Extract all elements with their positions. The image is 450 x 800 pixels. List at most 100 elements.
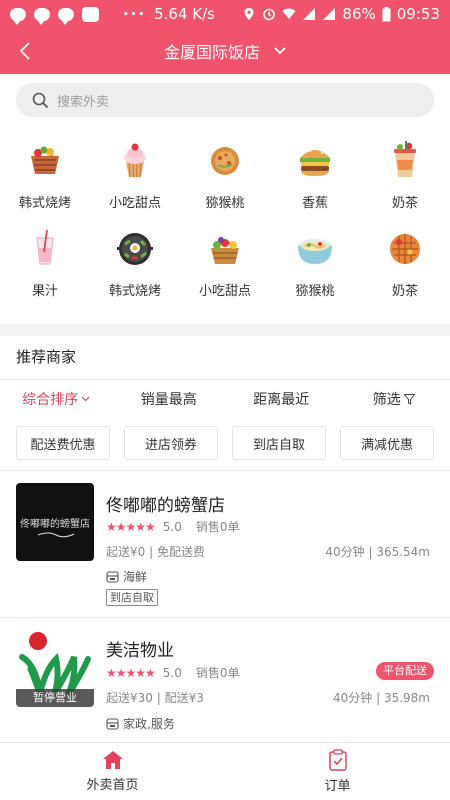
filter-chip-delivery-discount[interactable]: 配送费优惠 (16, 426, 110, 460)
category-label: 小吃甜点 (108, 196, 161, 211)
category-item[interactable]: 果汁 (0, 226, 90, 306)
status-bar: ··· 5.64 K/s 86% 09:53 (0, 0, 450, 28)
shop-icon (106, 570, 119, 583)
chevron-down-icon (274, 47, 286, 55)
pickup-tag: 到店自取 (106, 589, 158, 606)
category-item[interactable]: 猕猴桃 (270, 226, 360, 306)
filter-chip-pickup[interactable]: 到店自取 (232, 426, 326, 460)
rating-score: 5.0 (162, 519, 182, 534)
category-label: 韩式烧烤 (18, 196, 71, 211)
store-thumbnail: 暂停营业 (16, 629, 94, 707)
back-button[interactable] (10, 36, 40, 66)
tab-label: 外卖首页 (86, 778, 139, 793)
drink-cup-icon (383, 138, 427, 182)
location-selector[interactable]: 金厦国际饭店 (164, 39, 286, 63)
message-notification-icon (34, 7, 50, 25)
delivery-distance: 40分钟 | 365.54m (325, 545, 430, 559)
search-section: 搜索外卖 (0, 74, 450, 126)
home-icon (102, 751, 123, 769)
tab-label: 订单 (324, 779, 351, 794)
tab-orders[interactable]: 订单 (225, 743, 450, 800)
section-separator (0, 324, 450, 336)
bottom-tab-bar: 外卖首页 订单 (0, 742, 450, 800)
closed-status-label: 暂停营业 (16, 689, 94, 707)
category-text: 家政,服务 (123, 717, 175, 731)
filter-chip-coupon[interactable]: 进店领券 (124, 426, 218, 460)
fruit-basket-icon (203, 226, 247, 270)
category-item[interactable]: 韩式烧烤 (90, 226, 180, 306)
filter-chip-full-reduction[interactable]: 满减优惠 (340, 426, 434, 460)
pancake-icon (203, 138, 247, 182)
category-item[interactable]: 小吃甜点 (180, 226, 270, 306)
rating-score: 5.0 (162, 665, 182, 680)
juice-glass-icon (23, 226, 67, 270)
store-rating-row: ★★★★★ 5.0 销售0单 (106, 664, 240, 681)
category-label: 奶茶 (391, 284, 418, 299)
category-label: 小吃甜点 (198, 284, 251, 299)
store-category: 海鲜 (106, 568, 147, 585)
store-name: 佟嘟嘟的螃蟹店 (106, 496, 225, 516)
section-title: 推荐商家 (16, 348, 77, 366)
category-label: 果汁 (31, 284, 58, 299)
store-name: 美洁物业 (106, 641, 174, 661)
category-item[interactable]: 奶茶 (360, 138, 450, 218)
category-item[interactable]: 小吃甜点 (90, 138, 180, 218)
category-item[interactable]: 猕猴桃 (180, 138, 270, 218)
store-rating-row: ★★★★★ 5.0 销售0单 (106, 518, 240, 535)
sort-label: 筛选 (372, 392, 401, 408)
category-label: 猕猴桃 (295, 284, 335, 299)
sort-sales[interactable]: 销量最高 (113, 380, 226, 418)
sales-count: 销售0单 (195, 666, 240, 680)
store-card[interactable]: 暂停营业 美洁物业 ★★★★★ 5.0 销售0单 平台配送 起送¥30 | 配送… (0, 618, 450, 742)
page-title: 金厦国际饭店 (163, 43, 260, 62)
signal-icon (303, 8, 316, 20)
category-item[interactable]: 奶茶 (360, 226, 450, 306)
sort-distance[interactable]: 距离最近 (225, 380, 338, 418)
sort-label: 综合排序 (22, 392, 79, 408)
search-placeholder: 搜索外卖 (57, 94, 110, 110)
cupcake-icon (113, 138, 157, 182)
delivery-info: 起送¥30 | 配送¥3 (106, 691, 204, 705)
star-rating: ★★★★★ (106, 519, 156, 534)
category-item[interactable]: 香蕉 (270, 138, 360, 218)
signal-icon (323, 8, 336, 20)
basket-icon (23, 138, 67, 182)
waffle-icon (383, 226, 427, 270)
message-notification-icon (10, 7, 26, 25)
category-label: 香蕉 (301, 196, 328, 211)
burger-icon (293, 138, 337, 182)
app-notification-icon (82, 6, 99, 22)
wifi-icon (282, 8, 296, 19)
tab-takeout-home[interactable]: 外卖首页 (0, 743, 225, 800)
category-item[interactable]: 韩式烧烤 (0, 138, 90, 218)
sort-label: 销量最高 (140, 392, 197, 408)
noodle-bowl-icon (293, 226, 337, 270)
search-icon (32, 92, 49, 108)
sort-comprehensive[interactable]: 综合排序 (0, 380, 113, 418)
battery-icon (382, 6, 391, 21)
chevron-left-icon (19, 42, 30, 60)
store-category: 家政,服务 (106, 715, 175, 732)
message-notification-icon (58, 7, 74, 25)
bibimbap-icon (113, 226, 157, 270)
chevron-down-icon (81, 396, 90, 402)
delivery-distance: 40分钟 | 35.98m (333, 691, 430, 705)
category-grid: 韩式烧烤 小吃甜点 猕猴桃 香蕉 奶茶 果汁 韩式烧烤 小吃甜点 猕猴桃 奶茶 (0, 132, 450, 318)
order-clipboard-icon (328, 749, 347, 771)
sort-label: 距离最近 (253, 392, 310, 408)
category-label: 韩式烧烤 (108, 284, 161, 299)
store-card[interactable]: 佟嘟嘟的螃蟹店 佟嘟嘟的螃蟹店 ★★★★★ 5.0 销售0单 起送¥0 | 免配… (0, 471, 450, 617)
store-logo-text: 佟嘟嘟的螃蟹店 (20, 517, 90, 530)
top-nav-bar: 金厦国际饭店 (0, 28, 450, 74)
sort-bar: 综合排序 销量最高 距离最近 筛选 (0, 380, 450, 418)
alarm-icon (263, 8, 276, 21)
sort-filter[interactable]: 筛选 (338, 380, 450, 418)
more-notifications-indicator: ··· (123, 5, 147, 23)
network-speed: 5.64 K/s (154, 5, 215, 23)
search-input[interactable]: 搜索外卖 (16, 83, 434, 117)
filter-chips: 配送费优惠 进店领券 到店自取 满减优惠 (16, 426, 434, 460)
category-label: 奶茶 (391, 196, 418, 211)
delivery-info: 起送¥0 | 免配送费 (106, 545, 205, 559)
category-text: 海鲜 (123, 570, 148, 584)
star-rating: ★★★★★ (106, 665, 156, 680)
